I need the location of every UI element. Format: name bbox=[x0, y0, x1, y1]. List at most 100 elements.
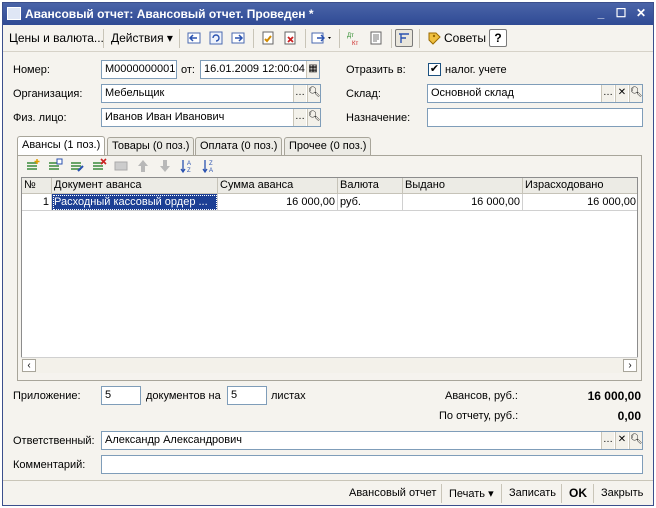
go-back-icon[interactable] bbox=[185, 29, 203, 47]
tab-other[interactable]: Прочее (0 поз.) bbox=[284, 137, 372, 155]
calendar-icon[interactable]: ▦ bbox=[306, 61, 319, 78]
close-button[interactable]: Закрыть bbox=[601, 487, 643, 499]
organization-label: Организация: bbox=[13, 88, 83, 100]
clear-icon[interactable]: ✕ bbox=[615, 85, 628, 102]
select-ellipsis-icon[interactable]: … bbox=[601, 85, 614, 102]
select-ellipsis-icon[interactable]: … bbox=[293, 85, 306, 102]
toolbar-separator bbox=[441, 484, 442, 503]
column-header[interactable]: Валюта bbox=[338, 178, 403, 194]
by-report-label: По отчету, руб.: bbox=[439, 410, 519, 422]
minimize-icon[interactable]: _ bbox=[593, 6, 609, 21]
sort-descending-icon[interactable]: ZA bbox=[201, 158, 217, 174]
column-header[interactable]: Выдано bbox=[403, 178, 523, 194]
toolbar-separator bbox=[561, 484, 562, 503]
currency-cell[interactable]: руб. bbox=[338, 194, 403, 211]
copy-row-icon[interactable] bbox=[47, 158, 63, 174]
comment-field[interactable] bbox=[101, 455, 643, 474]
tax-accounting-checkbox[interactable]: ✔ bbox=[428, 63, 441, 76]
purpose-field[interactable] bbox=[427, 108, 643, 127]
sort-ascending-icon[interactable]: AZ bbox=[179, 158, 195, 174]
search-icon[interactable]: 🔍︎ bbox=[307, 109, 320, 126]
move-down-icon[interactable] bbox=[157, 158, 173, 174]
number-label: Номер: bbox=[13, 64, 50, 76]
help-icon[interactable]: ? bbox=[489, 29, 507, 47]
date-field[interactable]: 16.01.2009 12:00:04 ▦ bbox=[200, 60, 320, 79]
horizontal-scrollbar[interactable]: ‹ › bbox=[21, 357, 638, 373]
maximize-icon[interactable]: ☐ bbox=[613, 6, 629, 21]
toolbar-separator bbox=[339, 29, 340, 48]
move-up-icon[interactable] bbox=[135, 158, 151, 174]
document-icon bbox=[7, 7, 21, 20]
actions-menu-button[interactable]: Действия ▾ bbox=[111, 31, 173, 45]
toolbar-separator bbox=[419, 29, 420, 48]
advance-amount-cell[interactable]: 16 000,00 bbox=[218, 194, 338, 211]
toolbar-separator bbox=[501, 484, 502, 503]
add-row-icon[interactable] bbox=[25, 158, 41, 174]
print-menu-button[interactable]: Печать ▾ bbox=[449, 487, 494, 500]
number-field[interactable]: М0000000001 bbox=[101, 60, 177, 79]
search-icon[interactable]: 🔍︎ bbox=[629, 85, 642, 102]
chevron-down-icon: ▾ bbox=[166, 31, 173, 45]
edit-row-icon[interactable] bbox=[69, 158, 85, 174]
clear-icon[interactable]: ✕ bbox=[615, 432, 628, 449]
person-value: Иванов Иван Иванович bbox=[105, 111, 225, 123]
tab-advances[interactable]: Авансы (1 поз.) bbox=[17, 136, 106, 156]
tips-icon[interactable] bbox=[425, 29, 443, 47]
issued-cell[interactable]: 16 000,00 bbox=[403, 194, 523, 211]
row-number-cell[interactable]: 1 bbox=[22, 194, 52, 211]
close-icon[interactable]: ✕ bbox=[633, 6, 649, 21]
save-button[interactable]: Записать bbox=[509, 487, 556, 499]
toolbar-separator bbox=[179, 29, 180, 48]
responsible-label: Ответственный: bbox=[13, 435, 95, 447]
create-based-on-icon[interactable] bbox=[309, 29, 335, 47]
person-label: Физ. лицо: bbox=[13, 112, 67, 124]
responsible-field[interactable]: Александр Александрович … ✕ 🔍︎ bbox=[101, 431, 643, 450]
organization-field[interactable]: Мебельщик … 🔍︎ bbox=[101, 84, 321, 103]
svg-text:Кт: Кт bbox=[352, 41, 358, 46]
column-header[interactable]: Израсходовано bbox=[523, 178, 637, 194]
search-icon[interactable]: 🔍︎ bbox=[629, 432, 642, 449]
prices-currency-button[interactable]: Цены и валюта... bbox=[9, 31, 104, 45]
refresh-icon[interactable] bbox=[207, 29, 225, 47]
warehouse-label: Склад: bbox=[346, 88, 381, 100]
warehouse-field[interactable]: Основной склад … ✕ 🔍︎ bbox=[427, 84, 643, 103]
column-header[interactable]: № bbox=[22, 178, 52, 194]
advance-report-print-button[interactable]: Авансовый отчет bbox=[349, 487, 436, 499]
document-window: Авансовый отчет: Авансовый отчет. Провед… bbox=[2, 2, 654, 506]
svg-text:A: A bbox=[209, 168, 213, 174]
svg-text:Z: Z bbox=[187, 168, 191, 174]
reflect-in-label: Отразить в: bbox=[346, 64, 406, 76]
title-bar: Авансовый отчет: Авансовый отчет. Провед… bbox=[3, 3, 653, 25]
toolbar-separator bbox=[593, 484, 594, 503]
scroll-left-icon[interactable]: ‹ bbox=[22, 359, 36, 372]
structure-icon[interactable] bbox=[395, 29, 413, 47]
report-icon[interactable] bbox=[367, 29, 385, 47]
move-icon[interactable] bbox=[229, 29, 247, 47]
spent-cell[interactable]: 16 000,00 bbox=[523, 194, 637, 211]
scroll-right-icon[interactable]: › bbox=[623, 359, 637, 372]
search-icon[interactable]: 🔍︎ bbox=[307, 85, 320, 102]
attachment-sheets-field[interactable]: 5 bbox=[227, 386, 267, 405]
toolbar-separator bbox=[305, 29, 306, 48]
accounting-entries-icon[interactable]: Дт Кт bbox=[345, 29, 363, 47]
attachment-docs-field[interactable]: 5 bbox=[101, 386, 141, 405]
select-ellipsis-icon[interactable]: … bbox=[293, 109, 306, 126]
toolbar-separator bbox=[391, 29, 392, 48]
post-document-icon[interactable] bbox=[259, 29, 277, 47]
ok-button[interactable]: OK bbox=[569, 486, 587, 500]
advance-document-cell[interactable]: Расходный кассовый ордер ... bbox=[52, 194, 218, 211]
tab-payment[interactable]: Оплата (0 поз.) bbox=[195, 137, 283, 155]
attachment-label: Приложение: bbox=[13, 390, 81, 402]
tips-button[interactable]: Советы bbox=[444, 31, 486, 45]
print-label: Печать bbox=[449, 488, 486, 500]
unpost-document-icon[interactable] bbox=[281, 29, 299, 47]
responsible-value: Александр Александрович bbox=[105, 434, 242, 446]
person-field[interactable]: Иванов Иван Иванович … 🔍︎ bbox=[101, 108, 321, 127]
column-header[interactable]: Сумма аванса bbox=[218, 178, 338, 194]
sheets-label: листах bbox=[271, 390, 306, 402]
end-edit-icon[interactable] bbox=[113, 158, 129, 174]
column-header[interactable]: Документ аванса bbox=[52, 178, 218, 194]
select-ellipsis-icon[interactable]: … bbox=[601, 432, 614, 449]
delete-row-icon[interactable] bbox=[91, 158, 107, 174]
tab-goods[interactable]: Товары (0 поз.) bbox=[107, 137, 195, 155]
